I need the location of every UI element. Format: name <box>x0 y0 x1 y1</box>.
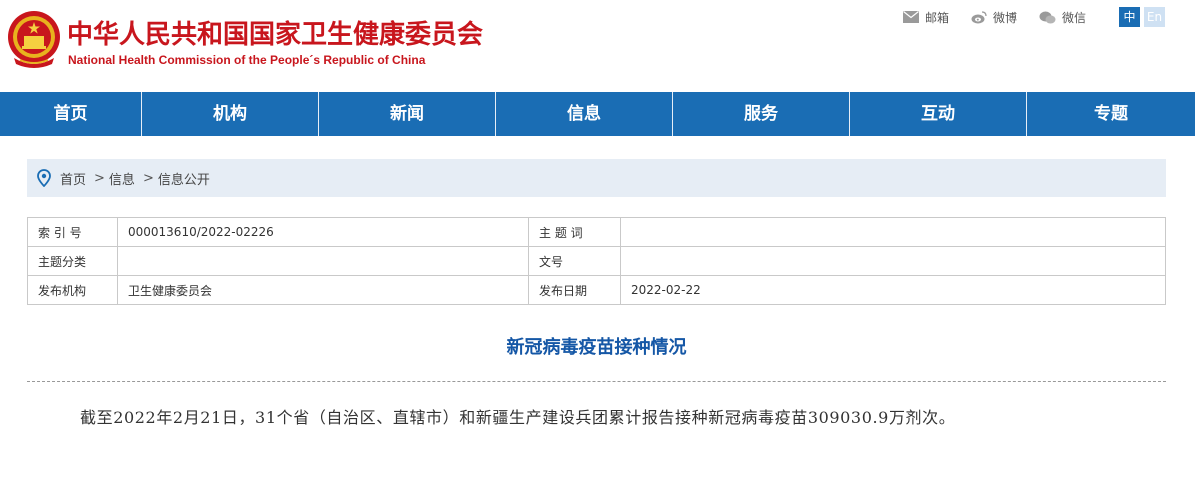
table-row: 索 引 号 000013610/2022-02226 主 题 词 <box>27 217 1166 247</box>
keywords-value <box>620 217 1166 247</box>
weibo-icon <box>971 10 987 23</box>
national-emblem-icon[interactable] <box>6 8 62 70</box>
table-row: 主题分类 文号 <box>27 246 1166 276</box>
article-body: 截至2022年2月21日，31个省（自治区、直辖市）和新疆生产建设兵团累计报告接… <box>80 408 956 427</box>
breadcrumb: 首页 > 信息 > 信息公开 <box>27 159 1166 197</box>
mail-link[interactable]: 邮箱 <box>903 9 949 26</box>
mail-icon <box>903 11 919 23</box>
lang-en-button[interactable]: En <box>1144 7 1165 27</box>
issuer-value: 卫生健康委员会 <box>117 275 529 305</box>
index-value: 000013610/2022-02226 <box>117 217 529 247</box>
breadcrumb-information[interactable]: 信息 <box>109 169 135 188</box>
weibo-label: 微博 <box>993 10 1018 25</box>
table-row: 发布机构 卫生健康委员会 发布日期 2022-02-22 <box>27 275 1166 305</box>
lang-zh-button[interactable]: 中 <box>1119 7 1140 27</box>
site-header: 中华人民共和国国家卫生健康委员会 National Health Commiss… <box>0 0 1195 92</box>
breadcrumb-disclosure[interactable]: 信息公开 <box>158 169 210 188</box>
category-value <box>117 246 529 276</box>
nav-item-services[interactable]: 服务 <box>673 92 850 136</box>
index-label: 索 引 号 <box>27 217 118 247</box>
top-links: 邮箱 微博 微信 <box>903 8 1108 26</box>
nav-item-home[interactable]: 首页 <box>0 92 142 136</box>
site-subtitle: National Health Commission of the People… <box>68 53 426 67</box>
category-label: 主题分类 <box>27 246 118 276</box>
nav-item-information[interactable]: 信息 <box>496 92 673 136</box>
site-title: 中华人民共和国国家卫生健康委员会 <box>67 20 484 50</box>
wechat-label: 微信 <box>1062 10 1087 25</box>
nav-item-news[interactable]: 新闻 <box>319 92 496 136</box>
article-title: 新冠病毒疫苗接种情况 <box>506 337 687 358</box>
nav-item-institutions[interactable]: 机构 <box>142 92 319 136</box>
location-pin-icon <box>37 169 51 187</box>
mail-label: 邮箱 <box>925 10 950 25</box>
breadcrumb-separator: > <box>142 170 154 186</box>
date-label: 发布日期 <box>528 275 621 305</box>
weibo-link[interactable]: 微博 <box>971 9 1017 26</box>
date-value: 2022-02-22 <box>620 275 1166 305</box>
docno-label: 文号 <box>528 246 621 276</box>
wechat-link[interactable]: 微信 <box>1039 9 1086 26</box>
issuer-label: 发布机构 <box>27 275 118 305</box>
nav-item-topics[interactable]: 专题 <box>1027 92 1195 136</box>
wechat-icon <box>1039 11 1056 23</box>
main-nav: 首页 机构 新闻 信息 服务 互动 专题 <box>0 92 1195 136</box>
breadcrumb-home[interactable]: 首页 <box>60 169 86 188</box>
breadcrumb-separator: > <box>94 170 105 186</box>
docno-value <box>620 246 1166 276</box>
nav-item-interaction[interactable]: 互动 <box>850 92 1027 136</box>
divider <box>27 381 1166 382</box>
keywords-label: 主 题 词 <box>528 217 621 247</box>
document-info-table: 索 引 号 000013610/2022-02226 主 题 词 主题分类 文号… <box>27 217 1166 305</box>
